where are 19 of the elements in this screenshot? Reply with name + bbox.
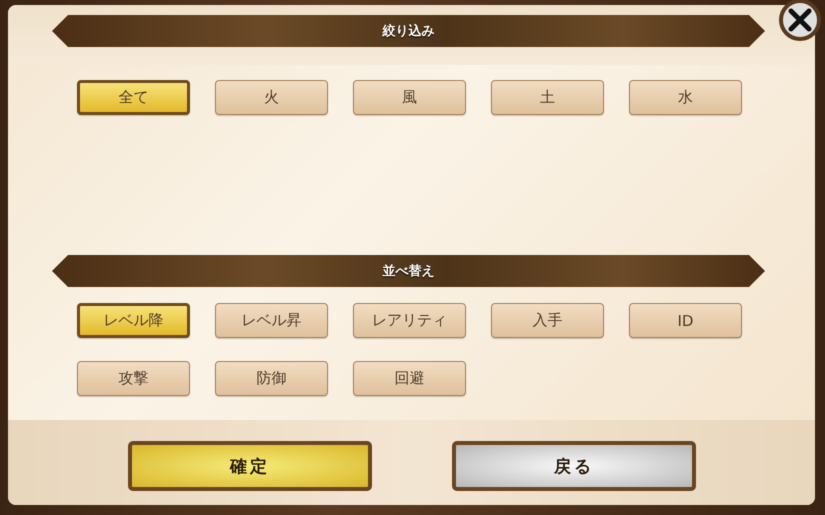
close-button[interactable] <box>777 0 823 42</box>
option-button[interactable]: 入手 <box>491 303 604 338</box>
option-button[interactable]: 回避 <box>353 361 466 396</box>
option-button[interactable]: 全て <box>77 80 190 115</box>
back-button[interactable]: 戻る <box>452 441 696 491</box>
option-button[interactable]: 水 <box>629 80 742 115</box>
section-header: 並べ替え <box>52 255 765 287</box>
option-button[interactable]: レアリティ <box>353 303 466 338</box>
option-button[interactable]: 防御 <box>215 361 328 396</box>
close-icon <box>778 0 822 42</box>
option-button[interactable]: ID <box>629 303 742 338</box>
option-button[interactable]: レベル昇 <box>215 303 328 338</box>
confirm-button[interactable]: 確定 <box>128 441 372 491</box>
option-button[interactable]: 風 <box>353 80 466 115</box>
option-button[interactable]: 土 <box>491 80 604 115</box>
option-button[interactable]: 火 <box>215 80 328 115</box>
option-button[interactable]: レベル降 <box>77 303 190 338</box>
section-header: 絞り込み <box>52 15 765 47</box>
option-button[interactable]: 攻撃 <box>77 361 190 396</box>
